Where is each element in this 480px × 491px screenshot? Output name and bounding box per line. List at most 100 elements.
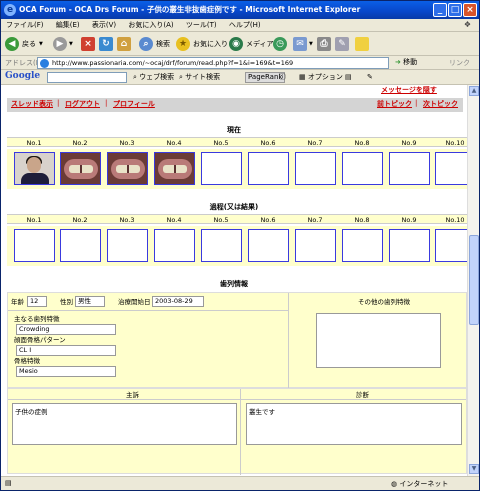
empty-image-slot[interactable] [342, 152, 383, 185]
col-header: No.4 [166, 139, 182, 147]
thread-view-link[interactable]: スレッド表示 [11, 99, 53, 109]
next-topic-link[interactable]: 次トピック [423, 99, 458, 109]
stop-icon: × [81, 37, 95, 51]
internet-zone: ◍ インターネット [391, 479, 448, 489]
menu-view[interactable]: 表示(V) [87, 19, 121, 32]
media-label: メディア [246, 40, 274, 48]
age-field[interactable]: 12 [27, 296, 47, 307]
menu-file[interactable]: ファイル(F) [1, 19, 49, 32]
google-options-button[interactable]: ▦ オプション [299, 72, 343, 83]
minimize-button[interactable]: _ [433, 3, 447, 17]
scroll-up-icon[interactable]: ▲ [469, 86, 479, 96]
hide-message-link[interactable]: メッセージを隠す [381, 85, 437, 95]
complaint-diagnosis-panel: 主訴 診断 子供の症例 叢生です [7, 388, 467, 475]
menu-favorites[interactable]: お気に入り(A) [123, 19, 178, 32]
note-icon [355, 37, 369, 51]
forward-arrow-icon: ▶ [53, 37, 67, 51]
diagnosis-label: 診断 [356, 391, 369, 399]
close-button[interactable]: × [463, 3, 477, 17]
empty-image-slot[interactable] [435, 229, 467, 262]
other-features-textarea[interactable] [316, 313, 441, 368]
col-header: No.10 [445, 216, 465, 224]
profile-link[interactable]: プロフィール [113, 99, 155, 109]
forward-button[interactable]: ▶ ▼ [53, 35, 73, 53]
empty-image-slot[interactable] [201, 152, 242, 185]
pattern-label: 顔面骨格パターン [14, 336, 66, 344]
intraoral-photo[interactable] [154, 152, 195, 185]
refresh-button[interactable]: ↻ [99, 35, 113, 53]
empty-image-slot[interactable] [389, 229, 430, 262]
web-search-label: ウェブ検索 [139, 73, 175, 81]
links-button[interactable]: リンク [449, 58, 470, 68]
current-image-row [7, 149, 467, 189]
history-button[interactable]: ◷ [273, 35, 287, 53]
col-header: No.5 [213, 139, 229, 147]
diagnosis-textarea[interactable]: 叢生です [246, 403, 462, 445]
google-logo: Google [5, 71, 41, 81]
vertical-scrollbar[interactable]: ▲ ▼ [467, 85, 479, 476]
back-label: 戻る [22, 40, 36, 48]
stop-button[interactable]: × [81, 35, 95, 53]
empty-image-slot[interactable] [201, 229, 242, 262]
google-web-search-button[interactable]: ⌕ ウェブ検索 [133, 72, 174, 83]
search-icon: ⌕ [139, 37, 153, 51]
col-header: No.8 [354, 216, 370, 224]
empty-image-slot[interactable] [14, 229, 55, 262]
empty-image-slot[interactable] [154, 229, 195, 262]
history-icon: ◷ [273, 37, 287, 51]
patient-face-photo[interactable] [14, 152, 55, 185]
empty-image-slot[interactable] [435, 152, 467, 185]
sex-field[interactable]: 男性 [75, 296, 105, 307]
search-button[interactable]: ⌕ 検索 [139, 35, 170, 53]
menu-tools[interactable]: ツール(T) [181, 19, 222, 32]
favorites-button[interactable]: ★ お気に入り [176, 35, 228, 53]
home-button[interactable]: ⌂ [117, 35, 131, 53]
col-header: No.5 [213, 216, 229, 224]
google-search-input[interactable] [47, 72, 127, 83]
col-header: No.2 [72, 139, 88, 147]
bookmark-icon[interactable]: ▤ [345, 72, 352, 83]
page-icon [40, 59, 49, 68]
globe-icon: ◍ [391, 480, 398, 488]
logout-link[interactable]: ログアウト [65, 99, 100, 109]
browser-window: e OCA Forum - OCA Drs Forum - 子供の叢生非抜歯症例… [0, 0, 480, 491]
menu-help[interactable]: ヘルプ(H) [224, 19, 266, 32]
col-header: No.9 [401, 216, 417, 224]
mail-icon: ✉ [293, 37, 307, 51]
complaint-textarea[interactable]: 子供の症例 [12, 403, 237, 445]
print-button[interactable]: ⎙ [317, 35, 331, 53]
empty-image-slot[interactable] [389, 152, 430, 185]
intraoral-photo[interactable] [107, 152, 148, 185]
scroll-down-icon[interactable]: ▼ [469, 464, 479, 474]
skeletal-field[interactable]: Mesio [16, 366, 116, 377]
empty-image-slot[interactable] [248, 152, 289, 185]
mail-button[interactable]: ✉ ▼ [293, 35, 313, 53]
go-button[interactable]: ➜ 移動 [395, 57, 417, 67]
empty-image-slot[interactable] [295, 152, 336, 185]
back-button[interactable]: ◀ 戻る ▼ [5, 35, 43, 53]
empty-image-slot[interactable] [107, 229, 148, 262]
scroll-thumb[interactable] [469, 235, 479, 325]
messenger-button[interactable] [355, 35, 369, 53]
address-input[interactable]: http://www.passionaria.com/~ocaj/drf/for… [37, 57, 389, 69]
main-feature-field[interactable]: Crowding [16, 324, 116, 335]
empty-image-slot[interactable] [248, 229, 289, 262]
empty-image-slot[interactable] [295, 229, 336, 262]
menu-edit[interactable]: 編集(E) [51, 19, 85, 32]
pattern-field[interactable]: CL I [16, 345, 116, 356]
intraoral-photo[interactable] [60, 152, 101, 185]
address-bar: アドレス(D) http://www.passionaria.com/~ocaj… [1, 56, 479, 70]
empty-image-slot[interactable] [342, 229, 383, 262]
main-feature-label: 主なる歯列特徴 [14, 315, 60, 323]
start-date-field[interactable]: 2003-08-29 [152, 296, 204, 307]
media-button[interactable]: ◉ メディア [229, 35, 274, 53]
highlight-icon[interactable]: ✎ [367, 72, 373, 83]
col-header: No.10 [445, 139, 465, 147]
info-icon[interactable]: ⓘ [279, 72, 286, 83]
prev-topic-link[interactable]: 前トピック [377, 99, 412, 109]
empty-image-slot[interactable] [60, 229, 101, 262]
maximize-button[interactable]: □ [448, 3, 462, 17]
edit-button[interactable]: ✎ [335, 35, 349, 53]
start-date-label: 治療開始日 [118, 298, 151, 306]
google-site-search-button[interactable]: ⌕ サイト検索 [179, 72, 220, 83]
